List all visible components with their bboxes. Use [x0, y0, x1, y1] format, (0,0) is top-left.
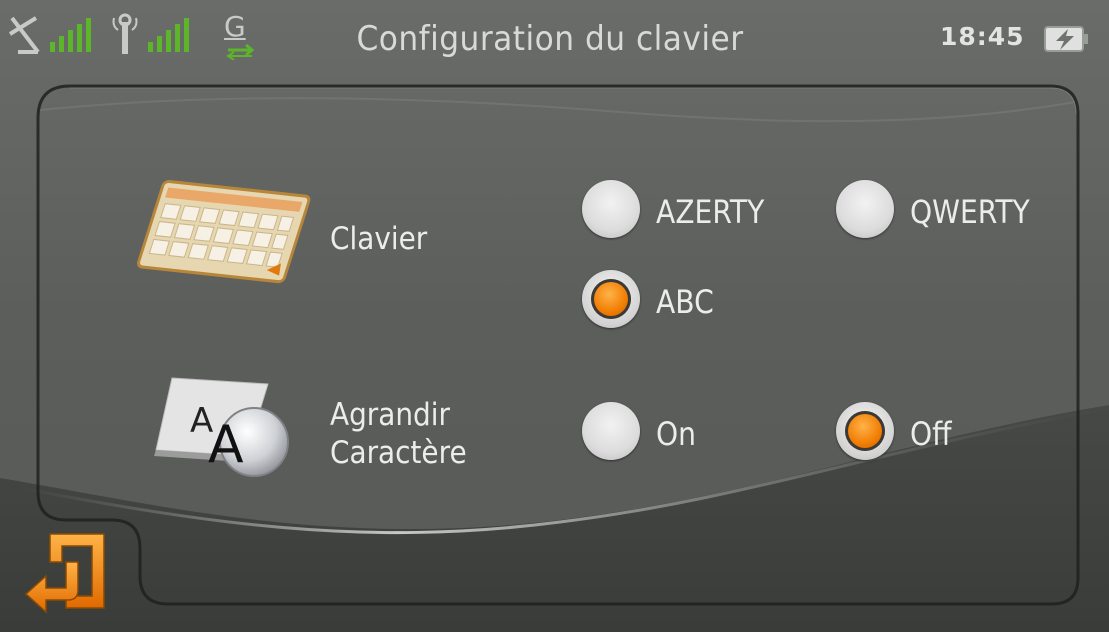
option-qwerty-label[interactable]: QWERTY — [910, 192, 1030, 232]
radio-ring — [582, 402, 640, 460]
page-title: Configuration du clavier — [356, 19, 744, 59]
gprs-icon: G — [222, 10, 262, 60]
keyboard-icon — [130, 178, 315, 293]
status-bar: G Configuration du clavier 18:45 — [0, 0, 1109, 78]
radio-ring — [582, 180, 640, 238]
radio-on[interactable] — [582, 402, 640, 460]
font-size-icon: A A — [150, 370, 295, 485]
option-abc-label[interactable]: ABC — [656, 282, 714, 322]
radio-azerty[interactable] — [582, 180, 640, 238]
radio-off[interactable] — [836, 402, 894, 460]
back-button[interactable] — [20, 528, 116, 624]
svg-text:A: A — [208, 415, 244, 475]
radio-abc[interactable] — [582, 270, 640, 328]
option-azerty-label[interactable]: AZERTY — [656, 192, 764, 232]
radio-dot — [845, 411, 885, 451]
satellite-signal-icon — [8, 12, 108, 56]
option-off-label[interactable]: Off — [910, 414, 952, 454]
enlarge-label-line2: Caractère — [330, 435, 467, 471]
option-on-label[interactable]: On — [656, 414, 696, 454]
screen: G Configuration du clavier 18:45 Clavier… — [0, 0, 1109, 632]
radio-ring — [836, 180, 894, 238]
antenna-signal-icon — [112, 12, 212, 56]
back-arrow-icon — [24, 533, 105, 614]
keyboard-label: Clavier — [330, 221, 428, 257]
panel-background — [0, 84, 1109, 632]
enlarge-label-line1: Agrandir — [330, 397, 450, 433]
battery-charging-icon — [1044, 24, 1090, 54]
radio-qwerty[interactable] — [836, 180, 894, 238]
radio-dot — [591, 279, 631, 319]
clock: 18:45 — [940, 22, 1025, 51]
